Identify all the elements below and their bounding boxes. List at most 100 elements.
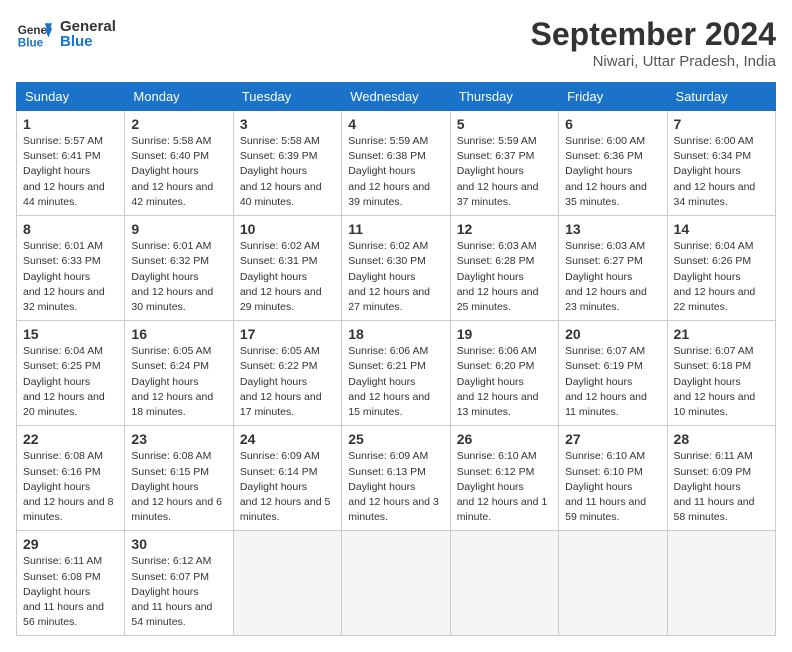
table-row: 29 Sunrise: 6:11 AMSunset: 6:08 PMDayligh… [17, 531, 125, 636]
page-header: General Blue General Blue September 2024… [16, 16, 776, 70]
day-info: Sunrise: 6:04 AMSunset: 6:25 PMDaylight … [23, 344, 118, 420]
table-row: 5 Sunrise: 5:59 AMSunset: 6:37 PMDaylight… [450, 111, 558, 216]
day-info: Sunrise: 6:09 AMSunset: 6:14 PMDaylight … [240, 449, 335, 525]
col-monday: Monday [125, 83, 233, 111]
table-row: 8 Sunrise: 6:01 AMSunset: 6:33 PMDaylight… [17, 216, 125, 321]
day-number: 6 [565, 116, 660, 132]
logo-icon: General Blue [16, 16, 52, 52]
day-info: Sunrise: 5:57 AMSunset: 6:41 PMDaylight … [23, 134, 118, 210]
col-thursday: Thursday [450, 83, 558, 111]
day-number: 25 [348, 431, 443, 447]
day-info: Sunrise: 6:08 AMSunset: 6:15 PMDaylight … [131, 449, 226, 525]
table-row: 3 Sunrise: 5:58 AMSunset: 6:39 PMDaylight… [233, 111, 341, 216]
day-info: Sunrise: 5:59 AMSunset: 6:38 PMDaylight … [348, 134, 443, 210]
calendar-week-row: 8 Sunrise: 6:01 AMSunset: 6:33 PMDaylight… [17, 216, 776, 321]
day-number: 19 [457, 326, 552, 342]
day-number: 1 [23, 116, 118, 132]
day-number: 7 [674, 116, 769, 132]
day-number: 9 [131, 221, 226, 237]
table-row: 1 Sunrise: 5:57 AMSunset: 6:41 PMDaylight… [17, 111, 125, 216]
calendar-week-row: 29 Sunrise: 6:11 AMSunset: 6:08 PMDayligh… [17, 531, 776, 636]
table-row: 17 Sunrise: 6:05 AMSunset: 6:22 PMDayligh… [233, 321, 341, 426]
day-number: 15 [23, 326, 118, 342]
table-row: 18Sunrise: 6:06 AMSunset: 6:21 PMDayligh… [342, 321, 450, 426]
month-title: September 2024 [531, 16, 776, 53]
day-number: 8 [23, 221, 118, 237]
col-sunday: Sunday [17, 83, 125, 111]
table-row: 19 Sunrise: 6:06 AMSunset: 6:20 PMDayligh… [450, 321, 558, 426]
table-row: 9 Sunrise: 6:01 AMSunset: 6:32 PMDaylight… [125, 216, 233, 321]
table-row: 4Sunrise: 5:59 AMSunset: 6:38 PMDaylight… [342, 111, 450, 216]
day-number: 11 [348, 221, 443, 237]
day-number: 12 [457, 221, 552, 237]
table-row: 16 Sunrise: 6:05 AMSunset: 6:24 PMDayligh… [125, 321, 233, 426]
table-row: 30Sunrise: 6:12 AMSunset: 6:07 PMDayligh… [125, 531, 233, 636]
day-info: Sunrise: 6:01 AMSunset: 6:32 PMDaylight … [131, 239, 226, 315]
day-info: Sunrise: 6:09 AMSunset: 6:13 PMDaylight … [348, 449, 443, 525]
day-number: 23 [131, 431, 226, 447]
table-row: 11Sunrise: 6:02 AMSunset: 6:30 PMDayligh… [342, 216, 450, 321]
table-row [559, 531, 667, 636]
table-row: 23 Sunrise: 6:08 AMSunset: 6:15 PMDayligh… [125, 426, 233, 531]
table-row: 21 Sunrise: 6:07 AMSunset: 6:18 PMDayligh… [667, 321, 775, 426]
table-row: 12 Sunrise: 6:03 AMSunset: 6:28 PMDayligh… [450, 216, 558, 321]
col-tuesday: Tuesday [233, 83, 341, 111]
table-row: 20 Sunrise: 6:07 AMSunset: 6:19 PMDayligh… [559, 321, 667, 426]
day-number: 18 [348, 326, 443, 342]
title-block: September 2024 Niwari, Uttar Pradesh, In… [531, 16, 776, 70]
day-number: 17 [240, 326, 335, 342]
table-row: 24 Sunrise: 6:09 AMSunset: 6:14 PMDayligh… [233, 426, 341, 531]
day-info: Sunrise: 6:01 AMSunset: 6:33 PMDaylight … [23, 239, 118, 315]
day-number: 29 [23, 536, 118, 552]
svg-text:Blue: Blue [18, 37, 44, 50]
day-number: 21 [674, 326, 769, 342]
table-row: 13 Sunrise: 6:03 AMSunset: 6:27 PMDayligh… [559, 216, 667, 321]
day-number: 30 [131, 536, 226, 552]
table-row: 15 Sunrise: 6:04 AMSunset: 6:25 PMDayligh… [17, 321, 125, 426]
calendar-week-row: 22Sunrise: 6:08 AMSunset: 6:16 PMDayligh… [17, 426, 776, 531]
logo-line2: Blue [60, 33, 116, 50]
col-saturday: Saturday [667, 83, 775, 111]
calendar-week-row: 15 Sunrise: 6:04 AMSunset: 6:25 PMDayligh… [17, 321, 776, 426]
day-info: Sunrise: 6:07 AMSunset: 6:19 PMDaylight … [565, 344, 660, 420]
day-info: Sunrise: 6:04 AMSunset: 6:26 PMDaylight … [674, 239, 769, 315]
table-row [667, 531, 775, 636]
day-number: 14 [674, 221, 769, 237]
day-number: 26 [457, 431, 552, 447]
day-number: 10 [240, 221, 335, 237]
day-info: Sunrise: 5:59 AMSunset: 6:37 PMDaylight … [457, 134, 552, 210]
day-number: 16 [131, 326, 226, 342]
day-info: Sunrise: 6:05 AMSunset: 6:24 PMDaylight … [131, 344, 226, 420]
table-row: 14 Sunrise: 6:04 AMSunset: 6:26 PMDayligh… [667, 216, 775, 321]
day-info: Sunrise: 6:00 AMSunset: 6:34 PMDaylight … [674, 134, 769, 210]
table-row: 26 Sunrise: 6:10 AMSunset: 6:12 PMDayligh… [450, 426, 558, 531]
day-number: 20 [565, 326, 660, 342]
day-info: Sunrise: 6:00 AMSunset: 6:36 PMDaylight … [565, 134, 660, 210]
day-info: Sunrise: 6:05 AMSunset: 6:22 PMDaylight … [240, 344, 335, 420]
col-friday: Friday [559, 83, 667, 111]
day-info: Sunrise: 6:10 AMSunset: 6:12 PMDaylight … [457, 449, 552, 525]
day-number: 24 [240, 431, 335, 447]
day-info: Sunrise: 5:58 AMSunset: 6:39 PMDaylight … [240, 134, 335, 210]
table-row: 25 Sunrise: 6:09 AMSunset: 6:13 PMDayligh… [342, 426, 450, 531]
day-number: 3 [240, 116, 335, 132]
day-number: 2 [131, 116, 226, 132]
logo: General Blue General Blue [16, 16, 116, 52]
table-row: 27 Sunrise: 6:10 AMSunset: 6:10 PMDayligh… [559, 426, 667, 531]
day-info: Sunrise: 6:03 AMSunset: 6:27 PMDaylight … [565, 239, 660, 315]
day-info: Sunrise: 6:07 AMSunset: 6:18 PMDaylight … [674, 344, 769, 420]
day-info: Sunrise: 6:02 AMSunset: 6:31 PMDaylight … [240, 239, 335, 315]
calendar-table: Sunday Monday Tuesday Wednesday Thursday… [16, 82, 776, 636]
table-row: 10 Sunrise: 6:02 AMSunset: 6:31 PMDayligh… [233, 216, 341, 321]
day-info: Sunrise: 6:11 AMSunset: 6:08 PMDaylight … [23, 554, 118, 630]
location-subtitle: Niwari, Uttar Pradesh, India [531, 53, 776, 70]
day-number: 22 [23, 431, 118, 447]
day-info: Sunrise: 6:11 AMSunset: 6:09 PMDaylight … [674, 449, 769, 525]
day-info: Sunrise: 6:06 AMSunset: 6:20 PMDaylight … [457, 344, 552, 420]
day-number: 13 [565, 221, 660, 237]
table-row: 6 Sunrise: 6:00 AMSunset: 6:36 PMDaylight… [559, 111, 667, 216]
day-info: Sunrise: 6:10 AMSunset: 6:10 PMDaylight … [565, 449, 660, 525]
day-info: Sunrise: 6:03 AMSunset: 6:28 PMDaylight … [457, 239, 552, 315]
day-number: 5 [457, 116, 552, 132]
day-number: 27 [565, 431, 660, 447]
